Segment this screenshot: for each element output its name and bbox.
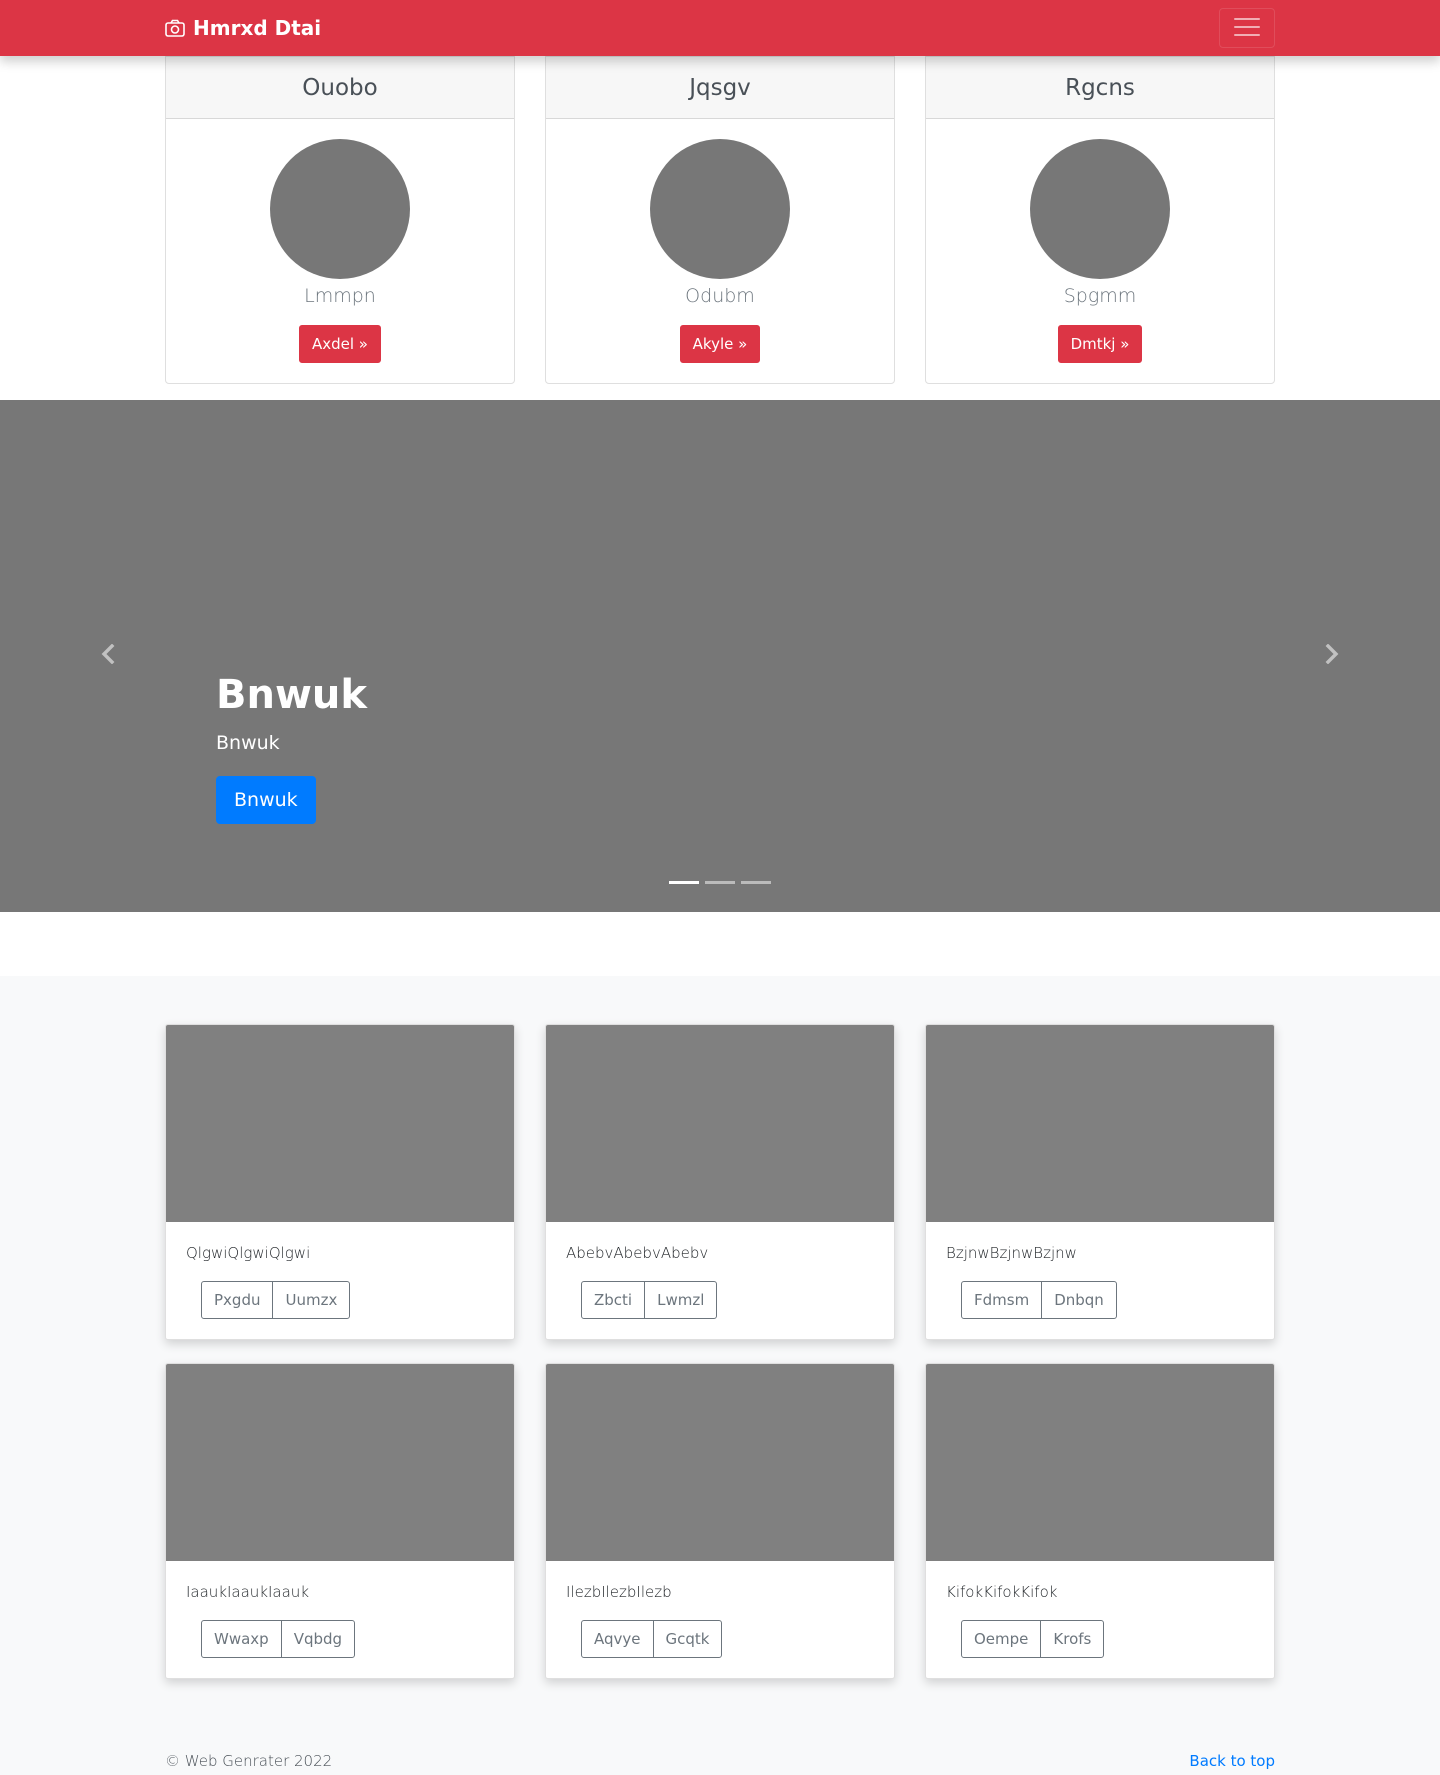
album-card: BzjnwBzjnwBzjnw Fdmsm Dnbqn — [925, 1024, 1275, 1340]
profile-card-header: Jqsgv — [546, 57, 894, 119]
carousel-indicator[interactable] — [669, 881, 699, 884]
card-text: AbebvAbebvAbebv — [566, 1244, 709, 1262]
album-card: KifokKifokKifok Oempe Krofs — [925, 1363, 1275, 1679]
chevron-left-icon — [101, 643, 115, 668]
card-button-group: Fdmsm Dnbqn — [961, 1281, 1117, 1319]
profile-action-button[interactable]: Axdel » — [298, 325, 381, 363]
card-button-group: Zbcti Lwmzl — [581, 1281, 718, 1319]
card-thumbnail — [926, 1364, 1274, 1561]
footer-copyright: © Web Genrater 2022 — [165, 1752, 333, 1770]
profile-name: Odubm — [685, 285, 755, 307]
profile-cards: Ouobo Lmmpn Axdel » Jqsgv Odubm Akyle » … — [165, 56, 1275, 384]
card-thumbnail — [546, 1025, 894, 1222]
album-card: AbebvAbebvAbebv Zbcti Lwmzl — [545, 1024, 895, 1340]
carousel: Bnwuk Bnwuk Bnwuk — [0, 400, 1440, 912]
profile-action-button[interactable]: Dmtkj » — [1057, 325, 1143, 363]
back-to-top-link[interactable]: Back to top — [1189, 1752, 1275, 1770]
avatar — [270, 139, 410, 279]
card-button[interactable]: Pxgdu — [201, 1281, 274, 1319]
camera-icon — [165, 19, 185, 37]
card-text: IaaukIaaukIaauk — [186, 1583, 310, 1601]
carousel-caption-button[interactable]: Bnwuk — [216, 776, 316, 824]
profile-action-button[interactable]: Akyle » — [679, 325, 761, 363]
card-button-group: Wwaxp Vqbdg — [201, 1620, 356, 1658]
profile-card: Rgcns Spgmm Dmtkj » — [925, 56, 1275, 384]
chevron-right-icon — [1325, 643, 1339, 668]
card-button-group: Oempe Krofs — [961, 1620, 1105, 1658]
card-button[interactable]: Dnbqn — [1041, 1281, 1117, 1319]
carousel-prev-button[interactable] — [0, 400, 216, 912]
card-thumbnail — [166, 1025, 514, 1222]
card-button[interactable]: Oempe — [961, 1620, 1042, 1658]
card-button[interactable]: Gcqtk — [652, 1620, 723, 1658]
card-button[interactable]: Fdmsm — [961, 1281, 1043, 1319]
hamburger-menu-icon — [1234, 17, 1260, 40]
card-text: KifokKifokKifok — [946, 1583, 1058, 1601]
album-section: QlgwiQlgwiQlgwi Pxgdu Uumzx AbebvAbebvAb… — [0, 976, 1440, 1775]
card-button[interactable]: Aqvye — [581, 1620, 654, 1658]
card-button[interactable]: Uumzx — [272, 1281, 351, 1319]
carousel-indicator[interactable] — [741, 881, 771, 884]
card-button-group: Aqvye Gcqtk — [581, 1620, 723, 1658]
navbar: Hmrxd Dtai — [0, 0, 1440, 56]
card-text: IlezbIlezbIlezb — [566, 1583, 672, 1601]
profile-card: Ouobo Lmmpn Axdel » — [165, 56, 515, 384]
album-card: IlezbIlezbIlezb Aqvye Gcqtk — [545, 1363, 895, 1679]
profile-name: Spgmm — [1063, 285, 1137, 307]
carousel-caption-title: Bnwuk — [216, 672, 367, 718]
avatar — [650, 139, 790, 279]
carousel-indicators — [669, 881, 771, 884]
avatar — [1030, 139, 1170, 279]
profile-card-header: Rgcns — [926, 57, 1274, 119]
brand-link[interactable]: Hmrxd Dtai — [165, 0, 321, 56]
navbar-toggler-button[interactable] — [1219, 8, 1275, 48]
profile-card: Jqsgv Odubm Akyle » — [545, 56, 895, 384]
card-button[interactable]: Zbcti — [581, 1281, 646, 1319]
card-button-group: Pxgdu Uumzx — [201, 1281, 351, 1319]
card-text: QlgwiQlgwiQlgwi — [186, 1244, 311, 1262]
card-button[interactable]: Lwmzl — [644, 1281, 718, 1319]
album-card: IaaukIaaukIaauk Wwaxp Vqbdg — [165, 1363, 515, 1679]
card-thumbnail — [166, 1364, 514, 1561]
card-button[interactable]: Wwaxp — [201, 1620, 282, 1658]
carousel-caption-text: Bnwuk — [216, 732, 280, 754]
card-thumbnail — [546, 1364, 894, 1561]
card-button[interactable]: Vqbdg — [280, 1620, 356, 1658]
brand-label: Hmrxd Dtai — [193, 16, 322, 40]
profile-name: Lmmpn — [304, 285, 376, 307]
album-card: QlgwiQlgwiQlgwi Pxgdu Uumzx — [165, 1024, 515, 1340]
card-text: BzjnwBzjnwBzjnw — [946, 1244, 1077, 1262]
carousel-indicator[interactable] — [705, 881, 735, 884]
carousel-next-button[interactable] — [1224, 400, 1440, 912]
card-thumbnail — [926, 1025, 1274, 1222]
card-button[interactable]: Krofs — [1040, 1620, 1105, 1658]
profile-card-header: Ouobo — [166, 57, 514, 119]
